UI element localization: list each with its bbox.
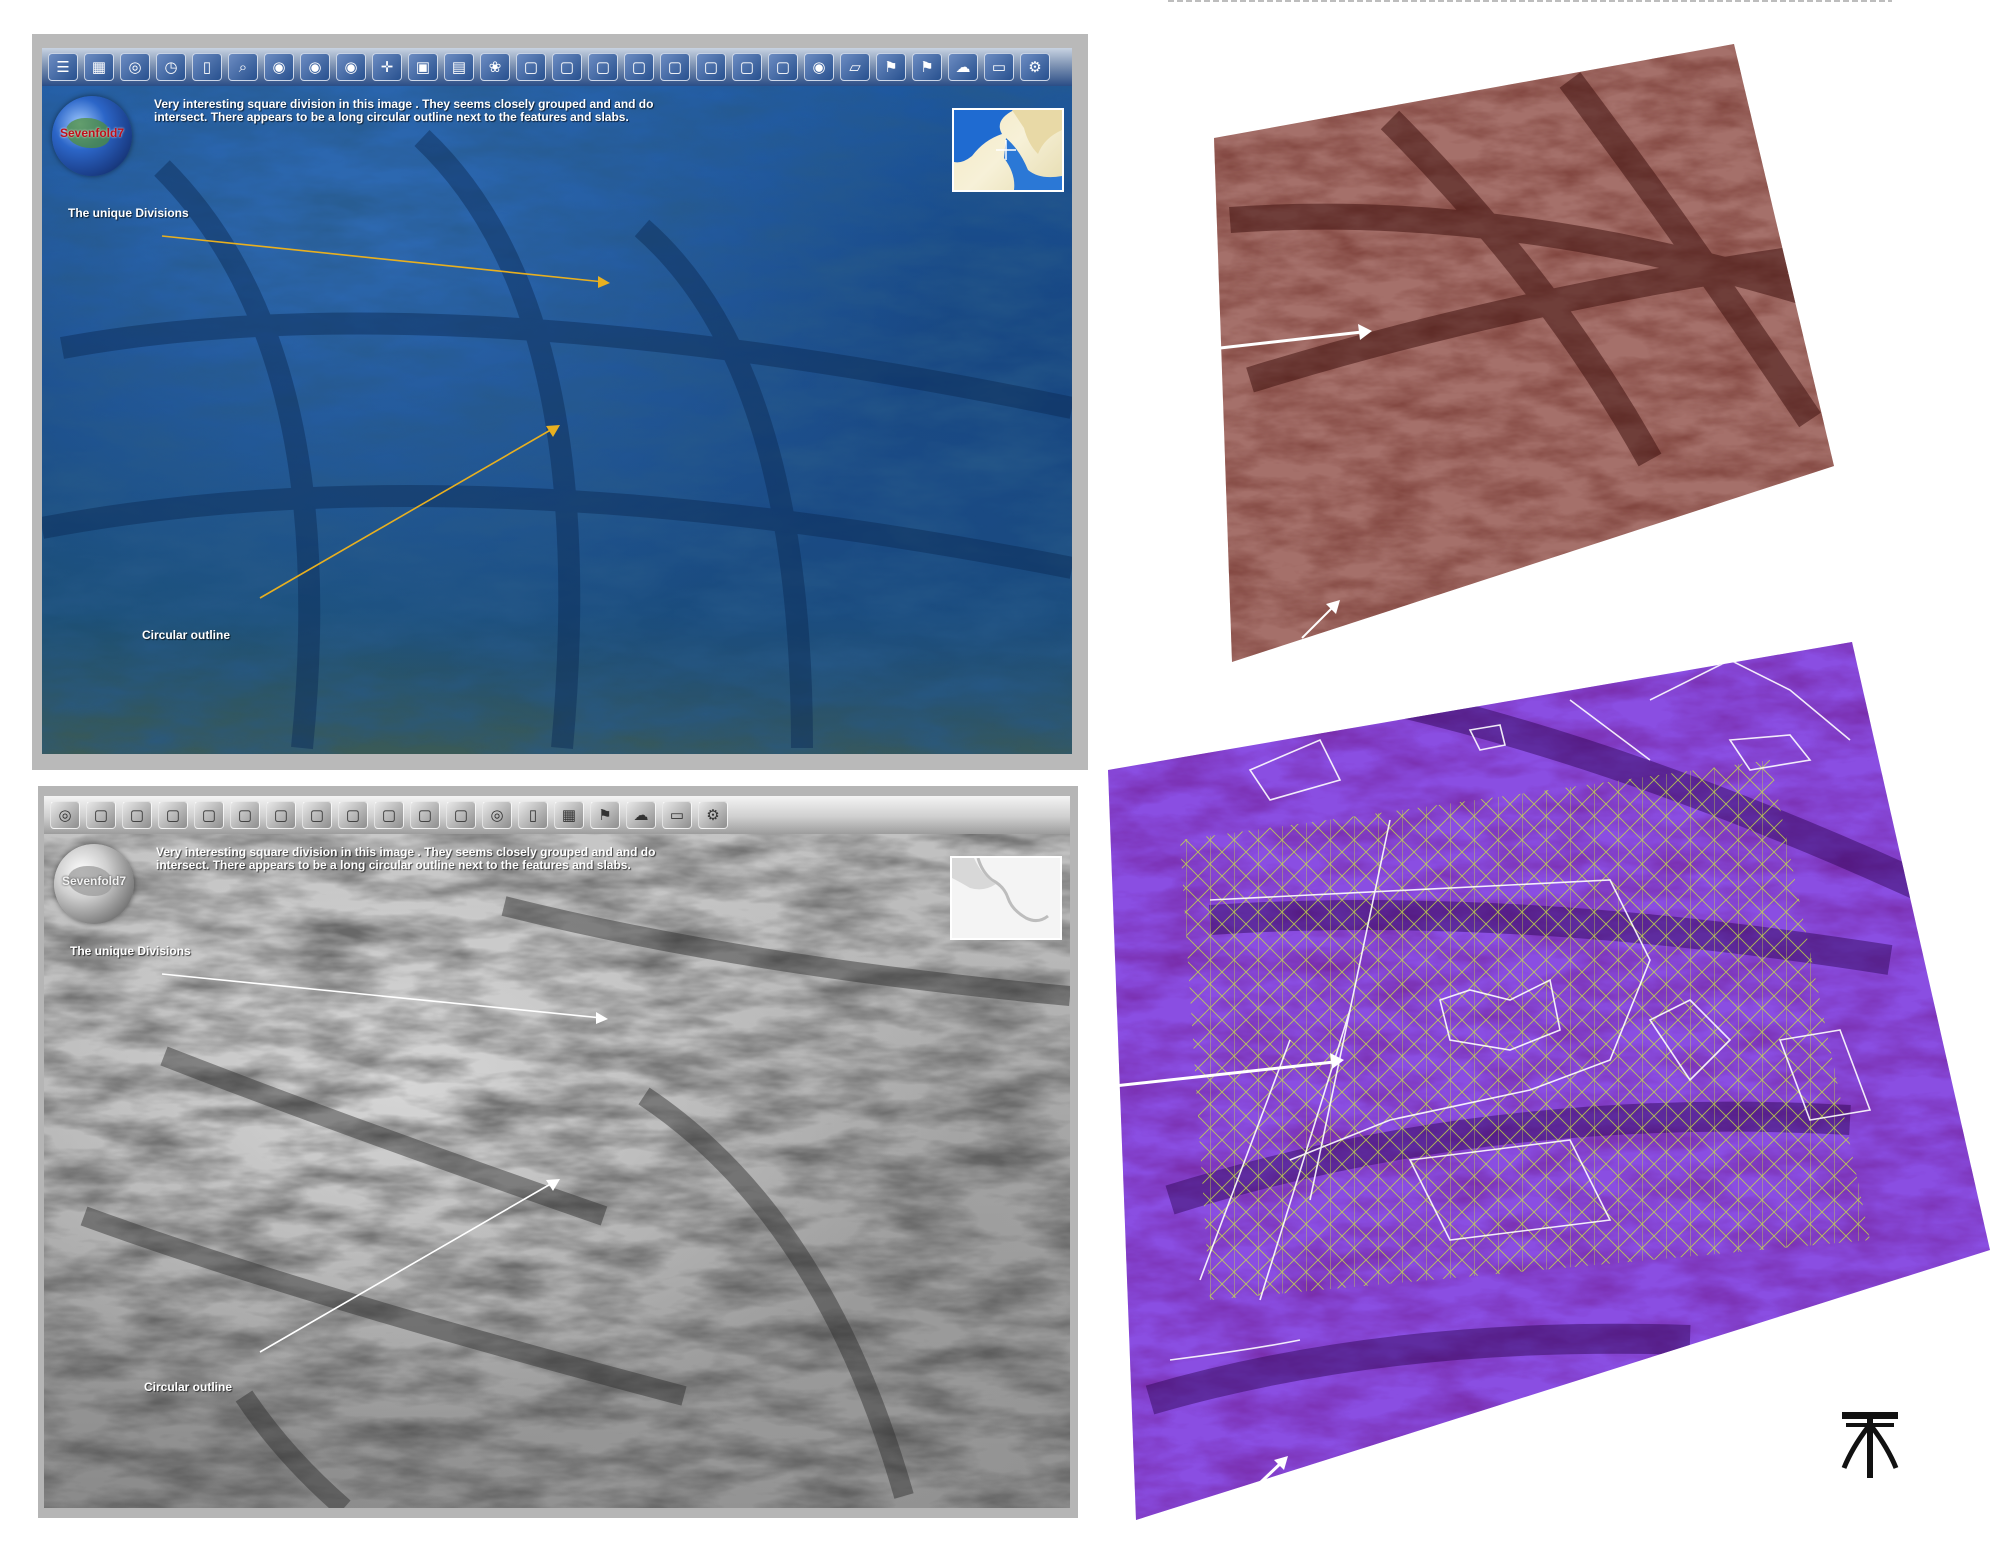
window-icon[interactable]: ▢ — [410, 801, 440, 829]
globe-viewport-gray[interactable]: ◎ ▢ ▢ ▢ ▢ ▢ ▢ ▢ ▢ ▢ ▢ ▢ ◎ ▯ ▦ ⚑ ☁ ▭ ⚙ Sevenfold7 Very inte… — [44, 796, 1070, 1508]
window-icon[interactable]: ▢ — [660, 53, 690, 81]
color-wheel-icon[interactable]: ❀ — [480, 53, 510, 81]
flag-icon[interactable]: ⚑ — [590, 801, 620, 829]
us-map-icon[interactable]: ▭ — [662, 801, 692, 829]
purple-perspective-view — [1108, 642, 1990, 1520]
label-unique-divisions-gray: The unique Divisions — [70, 944, 191, 958]
window-icon[interactable]: ▢ — [552, 53, 582, 81]
grid-icon[interactable]: ▦ — [84, 53, 114, 81]
label-unique-divisions: The unique Divisions — [68, 206, 189, 220]
minimap-graphic-gray — [952, 858, 1049, 923]
flag-icon[interactable]: ⚑ — [876, 53, 906, 81]
settings-icon[interactable]: ⚙ — [1020, 53, 1050, 81]
window-icon[interactable]: ▢ — [732, 53, 762, 81]
globe-icon[interactable]: ◎ — [482, 801, 512, 829]
flag-icon[interactable]: ⚑ — [912, 53, 942, 81]
grid-icon[interactable]: ▦ — [554, 801, 584, 829]
overview-minimap[interactable] — [952, 108, 1064, 192]
tt-monogram-logo — [1841, 1412, 1899, 1478]
globe-toolbar: ☰ ▦ ◎ ◷ ▯ ⌕ ◉ ◉ ◉ ✛ ▣ ▤ ❀ ▢ ▢ ▢ ▢ ▢ ▢ ▢ ▢ ◉ ▱ ⚑ ⚑ ☁ ▭ ⚙ — [42, 48, 1072, 86]
clock-icon[interactable]: ◷ — [156, 53, 186, 81]
globe-icon[interactable]: ◎ — [50, 801, 80, 829]
window-icon[interactable]: ▢ — [374, 801, 404, 829]
window-icon[interactable]: ▢ — [338, 801, 368, 829]
settings-icon[interactable]: ⚙ — [698, 801, 728, 829]
annotation-caption: Very interesting square division in this… — [154, 97, 654, 124]
chart-icon[interactable]: ▤ — [444, 53, 474, 81]
earth-icon[interactable]: ◉ — [336, 53, 366, 81]
move-icon[interactable]: ✛ — [372, 53, 402, 81]
window-icon[interactable]: ▢ — [86, 801, 116, 829]
window-icon[interactable]: ▢ — [122, 801, 152, 829]
weather-icon[interactable]: ☁ — [626, 801, 656, 829]
seafloor-texture-gray — [44, 796, 1070, 1508]
label-circular-outline-gray: Circular outline — [144, 1380, 233, 1394]
map-icon[interactable]: ▱ — [840, 53, 870, 81]
window-icon[interactable]: ▢ — [624, 53, 654, 81]
window-icon[interactable]: ▢ — [696, 53, 726, 81]
globe-logo-label: Sevenfold7 — [59, 126, 125, 140]
zoom-icon[interactable]: ⌕ — [228, 53, 258, 81]
document-icon[interactable]: ▯ — [192, 53, 222, 81]
window-icon[interactable]: ▢ — [446, 801, 476, 829]
window-icon[interactable]: ▢ — [302, 801, 332, 829]
document-icon[interactable]: ▯ — [518, 801, 548, 829]
seafloor-texture-blue — [42, 48, 1072, 754]
sevenfold-globe-logo: Sevenfold7 — [52, 96, 132, 176]
annotation-caption-gray: Very interesting square division in this… — [156, 845, 656, 872]
minimap-graphic — [954, 110, 1062, 190]
weather-icon[interactable]: ☁ — [948, 53, 978, 81]
earth-icon[interactable]: ◉ — [300, 53, 330, 81]
window-icon[interactable]: ▢ — [158, 801, 188, 829]
window-icon[interactable]: ▢ — [516, 53, 546, 81]
sevenfold-globe-logo-gray: Sevenfold7 — [54, 844, 134, 924]
brown-perspective-view — [1214, 44, 1834, 662]
overview-minimap-gray[interactable] — [950, 856, 1062, 940]
layers-icon[interactable]: ☰ — [48, 53, 78, 81]
globe-icon[interactable]: ◎ — [120, 53, 150, 81]
window-icon[interactable]: ▢ — [194, 801, 224, 829]
window-icon[interactable]: ▢ — [266, 801, 296, 829]
earth-icon[interactable]: ◉ — [264, 53, 294, 81]
globe-toolbar-gray: ◎ ▢ ▢ ▢ ▢ ▢ ▢ ▢ ▢ ▢ ▢ ▢ ◎ ▯ ▦ ⚑ ☁ ▭ ⚙ — [44, 796, 1070, 834]
earth-icon[interactable]: ◉ — [804, 53, 834, 81]
triangular-grid-overlay — [1180, 760, 1870, 1300]
us-map-icon[interactable]: ▭ — [984, 53, 1014, 81]
globe-viewport-blue[interactable]: ☰ ▦ ◎ ◷ ▯ ⌕ ◉ ◉ ◉ ✛ ▣ ▤ ❀ ▢ ▢ ▢ ▢ ▢ ▢ ▢ ▢ ◉ ▱ ⚑ ⚑ ☁ ▭ ⚙ Sevenfold7 … — [42, 48, 1072, 754]
screenshot-panel-blue: ☰ ▦ ◎ ◷ ▯ ⌕ ◉ ◉ ◉ ✛ ▣ ▤ ❀ ▢ ▢ ▢ ▢ ▢ ▢ ▢ ▢ ◉ ▱ ⚑ ⚑ ☁ ▭ ⚙ Sevenfold7 … — [32, 34, 1088, 770]
screenshot-panel-gray: ◎ ▢ ▢ ▢ ▢ ▢ ▢ ▢ ▢ ▢ ▢ ▢ ◎ ▯ ▦ ⚑ ☁ ▭ ⚙ Sevenfold7 Very inte… — [38, 786, 1078, 1518]
window-icon[interactable]: ▢ — [588, 53, 618, 81]
camera-icon[interactable]: ▣ — [408, 53, 438, 81]
globe-logo-label: Sevenfold7 — [61, 874, 127, 888]
perspective-views — [1108, 44, 1990, 1520]
label-circular-outline: Circular outline — [142, 628, 231, 642]
window-icon[interactable]: ▢ — [230, 801, 260, 829]
window-icon[interactable]: ▢ — [768, 53, 798, 81]
